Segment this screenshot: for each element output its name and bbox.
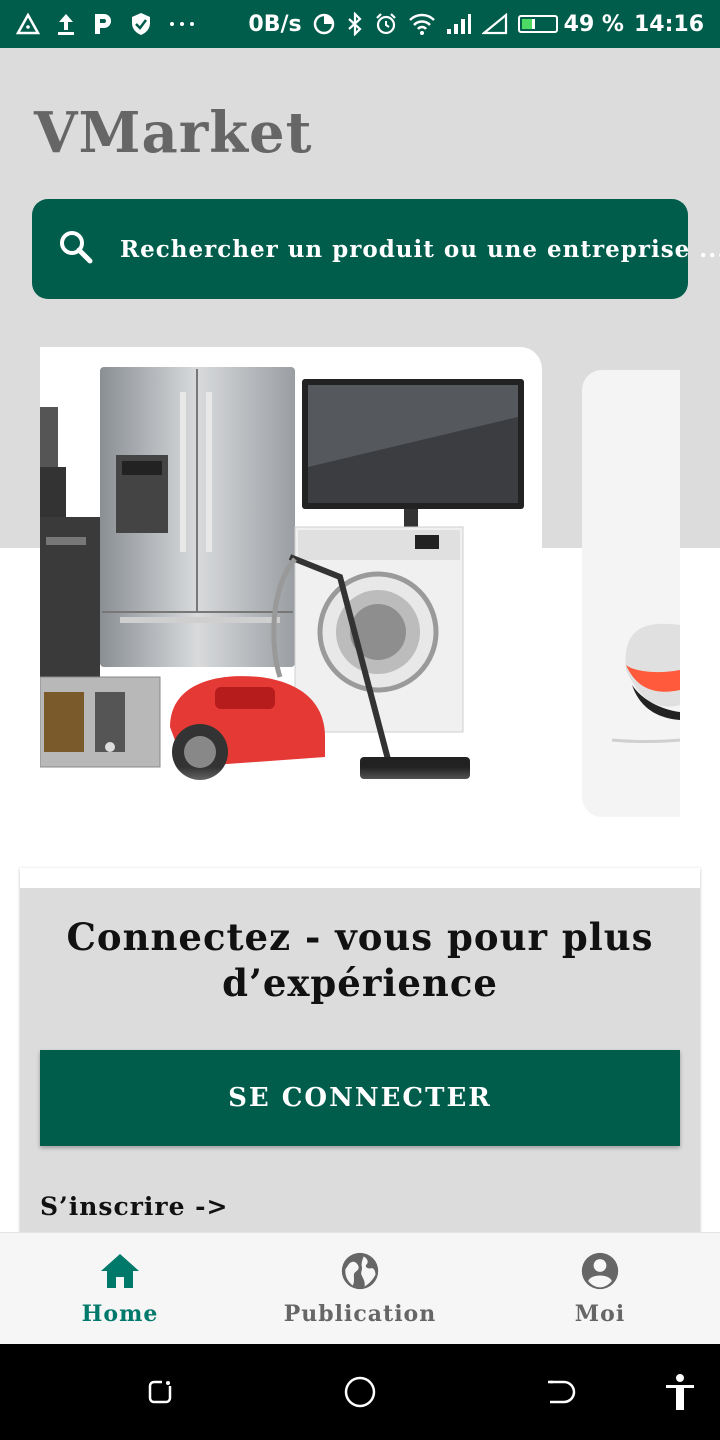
system-navigation-bar (0, 1344, 720, 1440)
battery-charge-mark (521, 19, 532, 29)
warning-triangle-icon (16, 13, 40, 35)
network-speed: 0B/s (248, 11, 302, 37)
parking-icon (92, 12, 114, 36)
home-appliances-image (40, 367, 542, 822)
battery-indicator: 49 % (517, 11, 624, 37)
nav-item-home[interactable]: Home (0, 1233, 240, 1344)
sneaker-image (611, 623, 680, 743)
signal-empty-icon (481, 13, 508, 35)
nav-item-publication[interactable]: Publication (240, 1233, 480, 1344)
banner-slide-appliances[interactable] (40, 347, 542, 822)
status-bar: 0B/s 49 % 14:16 (0, 0, 720, 48)
upload-icon (56, 12, 76, 36)
banner-slide-sneaker[interactable] (582, 370, 680, 817)
signal-icon (446, 13, 472, 35)
battery-icon (517, 15, 558, 33)
search-bar[interactable]: Rechercher un produit ou une entreprise … (32, 199, 720, 299)
wifi-icon (408, 13, 436, 35)
more-dots-icon (168, 20, 196, 28)
bottom-navigation: Home Publication Moi (0, 1232, 720, 1344)
globe-icon (338, 1251, 382, 1295)
bluetooth-icon (346, 12, 364, 36)
data-saver-icon (312, 12, 336, 36)
app-title: VMarket (34, 100, 313, 166)
nav-item-moi[interactable]: Moi (480, 1233, 720, 1344)
account-circle-icon (578, 1251, 622, 1295)
signup-link[interactable]: S’inscrire -> (40, 1192, 229, 1221)
home-button-icon[interactable] (340, 1372, 380, 1412)
clock: 14:16 (633, 11, 704, 37)
battery-percent: 49 % (563, 11, 624, 37)
search-icon (56, 227, 96, 271)
login-card: Connectez - vous pour plus d’expérience … (20, 868, 700, 1248)
status-left-icons (16, 12, 196, 36)
alarm-icon (374, 12, 398, 36)
login-prompt-title: Connectez - vous pour plus d’expérience (66, 915, 654, 1005)
nav-label-publication: Publication (283, 1301, 437, 1327)
status-right-icons: 0B/s 49 % 14:16 (248, 12, 704, 37)
back-icon[interactable] (540, 1372, 580, 1412)
nav-label-moi: Moi (574, 1301, 626, 1327)
shield-icon (130, 12, 152, 36)
search-placeholder: Rechercher un produit ou une entreprise … (120, 235, 720, 263)
recent-apps-icon[interactable] (140, 1372, 180, 1412)
home-icon (98, 1251, 142, 1295)
connect-button[interactable]: SE CONNECTER (40, 1050, 680, 1146)
nav-label-home: Home (81, 1301, 159, 1327)
accessibility-icon[interactable] (660, 1372, 700, 1412)
